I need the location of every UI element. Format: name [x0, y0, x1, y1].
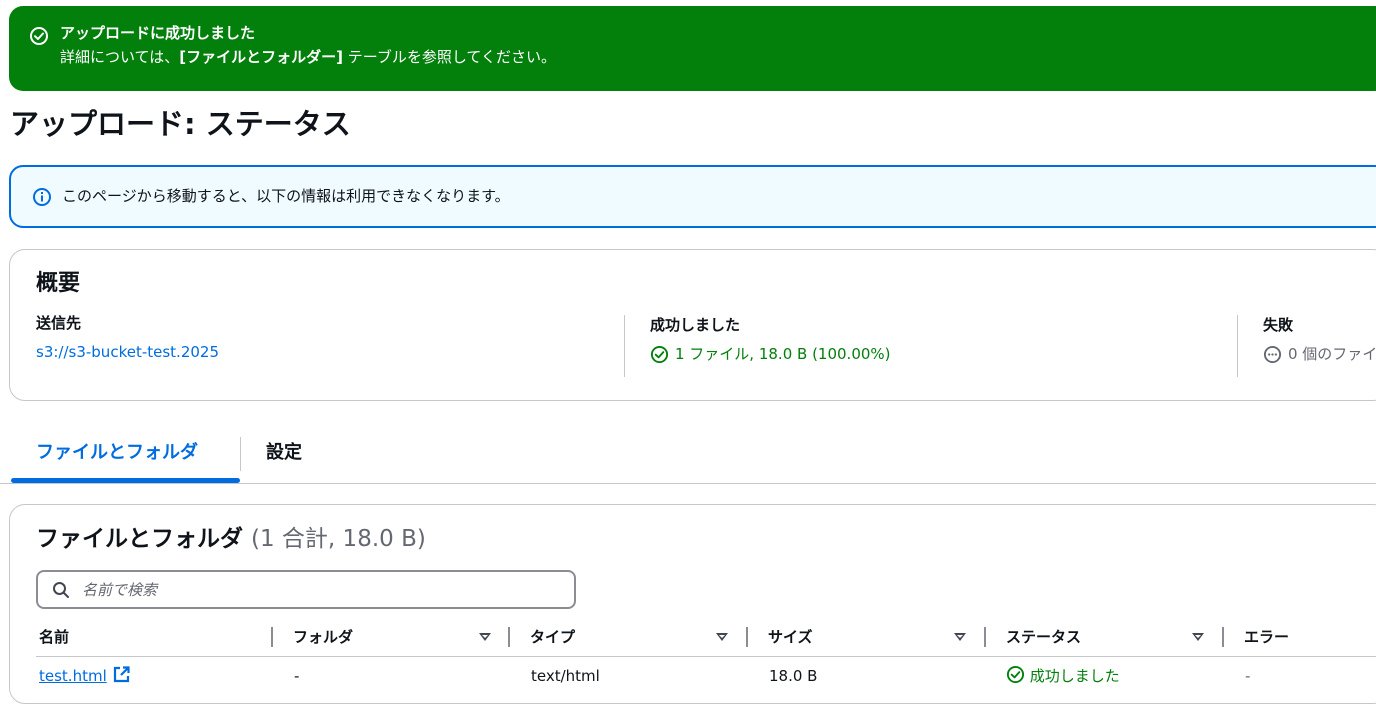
table-row: test.html - text/html 18.0 B 成功しました - [36, 663, 1376, 689]
status-text: 成功しました [1029, 667, 1120, 685]
success-flashbar: アップロードに成功しました 詳細については、[ファイルとフォルダー] テーブルを… [9, 6, 1376, 91]
status-cell: 成功しました [1006, 664, 1120, 688]
failed-label: 失敗 [1263, 316, 1294, 334]
column-resizer[interactable] [984, 627, 986, 647]
type-cell: text/html [531, 667, 600, 685]
tab-bar: ファイルとフォルダ 設定 [0, 431, 1376, 484]
flash-message: 詳細については、[ファイルとフォルダー] テーブルを参照してください。 [60, 47, 556, 67]
summary-heading: 概要 [36, 271, 81, 296]
failed-column: 失敗 0 個のファイ [1237, 315, 1376, 377]
destination-column: 送信先 s3://s3-bucket-test.2025 [36, 313, 219, 375]
file-name-cell: test.html [39, 664, 131, 688]
succeeded-column: 成功しました 1 ファイル, 18.0 B (100.00%) [624, 315, 891, 377]
table-header: 名前 フォルダ タイプ サイズ ステータス エラー [36, 625, 1376, 657]
info-alert: このページから移動すると、以下の情報は利用できなくなります。 [9, 165, 1376, 228]
column-header-folder-label: フォルダ [293, 628, 354, 646]
tab-divider [240, 437, 241, 471]
succeeded-value: 1 ファイル, 18.0 B (100.00%) [675, 345, 891, 363]
more-circle-icon [1263, 345, 1282, 363]
column-header-error[interactable]: エラー [1244, 625, 1289, 649]
column-header-type[interactable]: タイプ [530, 625, 730, 649]
destination-link[interactable]: s3://s3-bucket-test.2025 [36, 342, 219, 362]
column-header-name[interactable]: 名前 [39, 625, 69, 649]
active-tab-indicator [11, 478, 240, 483]
check-circle-icon [650, 345, 669, 363]
size-cell: 18.0 B [769, 667, 818, 685]
flash-title: アップロードに成功しました [60, 24, 256, 42]
files-table-heading: ファイルとフォルダ (1 合計, 18.0 B) [36, 522, 426, 556]
sort-caret-icon[interactable] [1192, 633, 1204, 641]
destination-label: 送信先 [36, 314, 82, 332]
search-icon [53, 582, 69, 598]
sort-caret-icon[interactable] [479, 633, 491, 641]
files-table-count: (1 合計, 18.0 B) [251, 526, 426, 552]
info-circle-icon [33, 188, 51, 206]
page-title: アップロード: ステータス [10, 107, 351, 141]
column-resizer[interactable] [508, 627, 510, 647]
files-table-container: ファイルとフォルダ (1 合計, 18.0 B) 名前 フォルダ タイプ サイズ… [9, 504, 1376, 704]
folder-cell: - [294, 667, 300, 685]
column-header-size-label: サイズ [768, 628, 813, 646]
succeeded-label: 成功しました [650, 316, 741, 334]
flash-message-suffix: テーブルを参照してください。 [342, 48, 556, 66]
tab-settings[interactable]: 設定 [266, 438, 302, 468]
column-header-size[interactable]: サイズ [768, 625, 968, 649]
info-alert-text: このページから移動すると、以下の情報は利用できなくなります。 [62, 187, 510, 205]
failed-value: 0 個のファイ [1288, 345, 1376, 363]
search-field[interactable] [36, 570, 576, 609]
files-table-title: ファイルとフォルダ [36, 526, 243, 552]
error-cell: - [1245, 667, 1251, 685]
column-header-status-label: ステータス [1006, 628, 1082, 646]
search-input[interactable] [82, 578, 562, 602]
flash-message-bold: [ファイルとフォルダー] [179, 48, 343, 66]
check-circle-icon [30, 27, 48, 45]
summary-container: 概要 送信先 s3://s3-bucket-test.2025 成功しました 1… [9, 249, 1376, 401]
column-resizer[interactable] [1222, 627, 1224, 647]
column-header-status[interactable]: ステータス [1006, 625, 1206, 649]
flash-message-prefix: 詳細については、 [60, 48, 180, 66]
sort-caret-icon[interactable] [954, 633, 966, 641]
tab-files-and-folders[interactable]: ファイルとフォルダ [36, 438, 198, 468]
column-header-folder[interactable]: フォルダ [293, 625, 493, 649]
check-circle-icon [1006, 665, 1025, 684]
column-header-type-label: タイプ [530, 628, 576, 646]
file-name-link[interactable]: test.html [39, 667, 107, 685]
sort-caret-icon[interactable] [716, 633, 728, 641]
external-link-icon[interactable] [112, 665, 131, 684]
column-resizer[interactable] [271, 627, 273, 647]
column-resizer[interactable] [746, 627, 748, 647]
